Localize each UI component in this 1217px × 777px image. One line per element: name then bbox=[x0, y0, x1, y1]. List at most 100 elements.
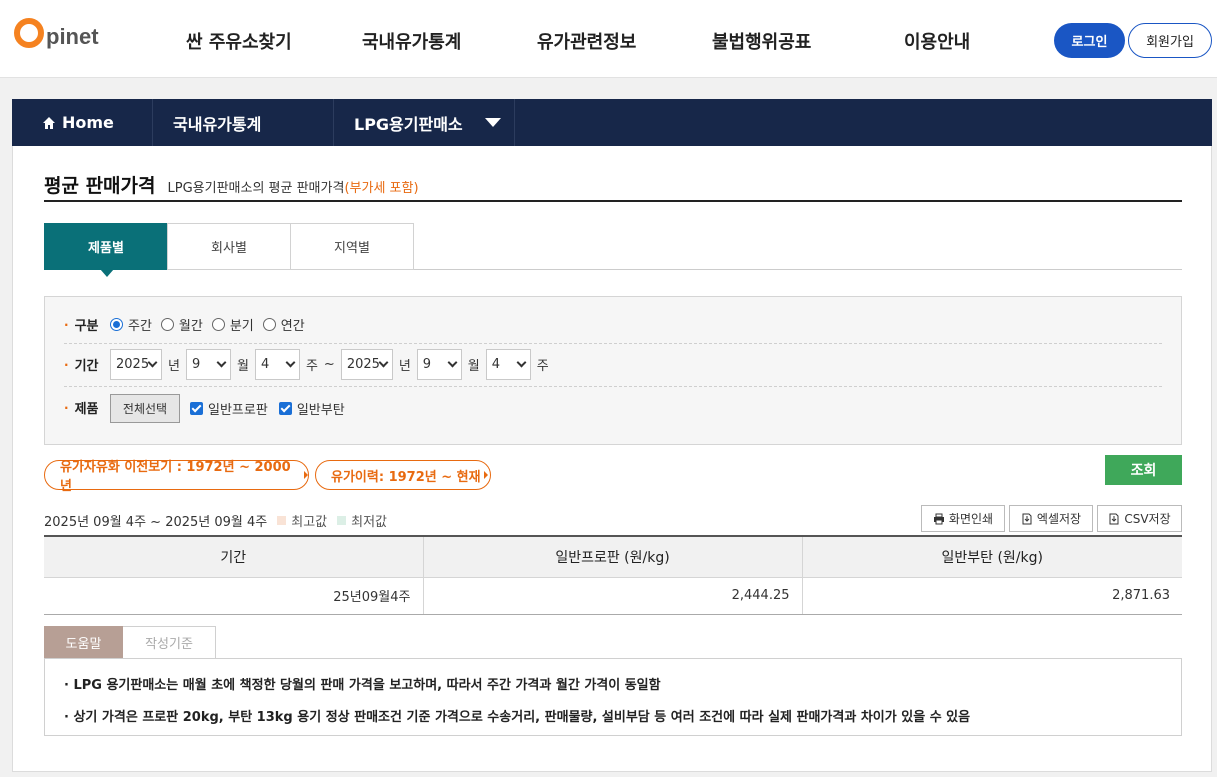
tab-by-region[interactable]: 지역별 bbox=[290, 223, 414, 270]
page-title: 평균 판매가격 bbox=[44, 175, 156, 197]
main-panel: 평균 판매가격 LPG용기판매소의 평균 판매가격(부가세 포함) 제품별 회사… bbox=[12, 146, 1212, 772]
home-icon bbox=[43, 116, 55, 129]
unit-month: 월 bbox=[236, 359, 249, 374]
help-line-1: · LPG 용기판매소는 매월 초에 책정한 당월의 판매 가격을 보고하며, … bbox=[64, 678, 661, 693]
history-price-link[interactable]: 유가이력: 1972년 ~ 현재 bbox=[315, 460, 491, 490]
file-save-icon bbox=[1109, 513, 1119, 524]
help-line-2: · 상기 가격은 프로판 20kg, 부탄 13kg 용기 정상 판매조건 기준… bbox=[64, 710, 971, 725]
chevron-down-icon bbox=[147, 357, 158, 368]
date-range-label: · 기간 bbox=[64, 357, 99, 375]
legend-high-swatch bbox=[277, 516, 287, 525]
cell-period: 25년09월4주 bbox=[44, 577, 423, 615]
checkbox-propane[interactable]: 일반프로판 bbox=[190, 399, 268, 418]
search-button[interactable]: 조회 bbox=[1105, 455, 1182, 485]
gnb-usage-guide[interactable]: 이용안내 bbox=[904, 28, 970, 54]
radio-quarterly[interactable]: 분기 bbox=[211, 315, 254, 334]
filter-divider bbox=[64, 386, 1162, 387]
gnb-price-info[interactable]: 유가관련정보 bbox=[537, 28, 636, 54]
price-table: 기간 일반프로판 (원/kg) 일반부탄 (원/kg) 25년09월4주 2,4… bbox=[44, 535, 1182, 615]
from-year-select[interactable]: 2025 bbox=[110, 349, 162, 380]
file-save-icon bbox=[1022, 513, 1032, 524]
breadcrumb-level2-dropdown[interactable]: LPG용기판매소 bbox=[334, 99, 515, 146]
help-tabs: 도움말 작성기준 bbox=[44, 626, 216, 659]
site-header: pinet 싼 주유소찾기 국내유가통계 유가관련정보 불법행위공표 이용안내 … bbox=[0, 0, 1217, 78]
from-week-select[interactable]: 4 bbox=[254, 349, 300, 380]
product-label: · 제품 bbox=[64, 400, 99, 418]
page-subtitle-text: LPG용기판매소의 평균 판매가격 bbox=[167, 181, 345, 196]
opinet-logo[interactable]: pinet bbox=[14, 18, 99, 48]
gnb-illegal-disclosure[interactable]: 불법행위공표 bbox=[712, 28, 811, 54]
printer-icon bbox=[933, 513, 944, 524]
arrow-right-icon bbox=[304, 471, 308, 479]
range-tilde: ~ bbox=[323, 357, 335, 372]
breadcrumb-level2-label: LPG용기판매소 bbox=[354, 114, 463, 134]
logo-text: pinet bbox=[46, 24, 99, 49]
title-divider bbox=[44, 200, 1182, 202]
radio-yearly-control[interactable] bbox=[262, 318, 276, 331]
excel-save-button[interactable]: 엑셀저장 bbox=[1009, 505, 1093, 532]
chevron-down-icon bbox=[216, 357, 227, 368]
select-all-button[interactable]: 전체선택 bbox=[110, 394, 180, 423]
chevron-down-icon bbox=[285, 357, 296, 368]
history-liberalization-link[interactable]: 유가자유화 이전보기 : 1972년 ~ 2000년 bbox=[44, 460, 309, 494]
checkbox-butane[interactable]: 일반부탄 bbox=[278, 399, 345, 418]
filter-divider bbox=[64, 343, 1162, 344]
unit-month: 월 bbox=[467, 359, 480, 374]
category-tabs: 제품별 회사별 지역별 bbox=[44, 223, 1182, 277]
breadcrumb-home[interactable]: Home bbox=[12, 99, 153, 146]
to-week-select[interactable]: 4 bbox=[485, 349, 531, 380]
period-type-row: · 구분 주간 월간 분기 연간 bbox=[64, 315, 314, 335]
caret-down-icon bbox=[484, 118, 501, 127]
breadcrumb: Home 국내유가통계 LPG용기판매소 bbox=[12, 99, 1212, 146]
header-butane: 일반부탄 (원/kg) bbox=[801, 535, 1182, 578]
join-button[interactable]: 회원가입 bbox=[1128, 23, 1212, 58]
breadcrumb-home-label: Home bbox=[62, 113, 114, 132]
radio-monthly-control[interactable] bbox=[160, 318, 174, 331]
login-button[interactable]: 로그인 bbox=[1054, 23, 1125, 58]
page-subtitle-note: (부가세 포함) bbox=[344, 181, 419, 196]
result-period: 2025년 09월 4주 ~ 2025년 09월 4주 최고값 최저값 bbox=[44, 511, 387, 530]
print-button[interactable]: 화면인쇄 bbox=[921, 505, 1005, 532]
radio-weekly-control[interactable] bbox=[110, 318, 123, 331]
logo-o-mark bbox=[14, 18, 44, 48]
cell-propane: 2,444.25 bbox=[422, 577, 802, 615]
breadcrumb-level1-label: 국내유가통계 bbox=[173, 114, 262, 134]
csv-save-button[interactable]: CSV저장 bbox=[1097, 505, 1182, 532]
search-filter: · 구분 주간 월간 분기 연간 · 기간 2025 년 9 월 4 주 ~ 202… bbox=[44, 296, 1182, 445]
header-period: 기간 bbox=[44, 535, 423, 578]
tab-by-product[interactable]: 제품별 bbox=[44, 223, 168, 277]
table-header-row: 기간 일반프로판 (원/kg) 일반부탄 (원/kg) bbox=[44, 535, 1182, 578]
help-box: · LPG 용기판매소는 매월 초에 책정한 당월의 판매 가격을 보고하며, … bbox=[44, 658, 1182, 736]
breadcrumb-level1[interactable]: 국내유가통계 bbox=[153, 99, 334, 146]
legend-low-label: 최저값 bbox=[351, 515, 388, 530]
unit-week: 주 bbox=[305, 359, 318, 374]
chevron-down-icon bbox=[516, 357, 527, 368]
gnb-cheap-station[interactable]: 싼 주유소찾기 bbox=[186, 28, 292, 54]
radio-quarterly-control[interactable] bbox=[211, 318, 225, 331]
radio-yearly[interactable]: 연간 bbox=[262, 315, 305, 334]
chevron-down-icon bbox=[447, 357, 458, 368]
tab-help[interactable]: 도움말 bbox=[44, 626, 123, 659]
radio-weekly[interactable]: 주간 bbox=[110, 315, 152, 334]
cell-butane: 2,871.63 bbox=[801, 577, 1182, 615]
tab-criteria[interactable]: 작성기준 bbox=[123, 626, 216, 659]
period-type-label: · 구분 bbox=[64, 317, 99, 335]
from-month-select[interactable]: 9 bbox=[185, 349, 231, 380]
chevron-down-icon bbox=[378, 357, 389, 368]
header-propane: 일반프로판 (원/kg) bbox=[422, 535, 802, 578]
legend-high-label: 최고값 bbox=[291, 515, 328, 530]
arrow-right-icon bbox=[483, 471, 488, 479]
to-year-select[interactable]: 2025 bbox=[340, 349, 393, 380]
page-subtitle: LPG용기판매소의 평균 판매가격(부가세 포함) bbox=[168, 177, 419, 196]
tab-by-company[interactable]: 회사별 bbox=[167, 223, 291, 270]
table-row: 25년09월4주 2,444.25 2,871.63 bbox=[44, 577, 1182, 615]
unit-year: 년 bbox=[398, 359, 411, 374]
checkbox-butane-control[interactable] bbox=[278, 402, 292, 415]
unit-year: 년 bbox=[168, 359, 180, 374]
checkbox-propane-control[interactable] bbox=[190, 402, 203, 415]
gnb-domestic-stats[interactable]: 국내유가통계 bbox=[362, 28, 461, 54]
to-month-select[interactable]: 9 bbox=[416, 349, 462, 380]
legend-low-swatch bbox=[337, 516, 347, 525]
page-title-row: 평균 판매가격 LPG용기판매소의 평균 판매가격(부가세 포함) bbox=[44, 171, 419, 198]
radio-monthly[interactable]: 월간 bbox=[160, 315, 203, 334]
